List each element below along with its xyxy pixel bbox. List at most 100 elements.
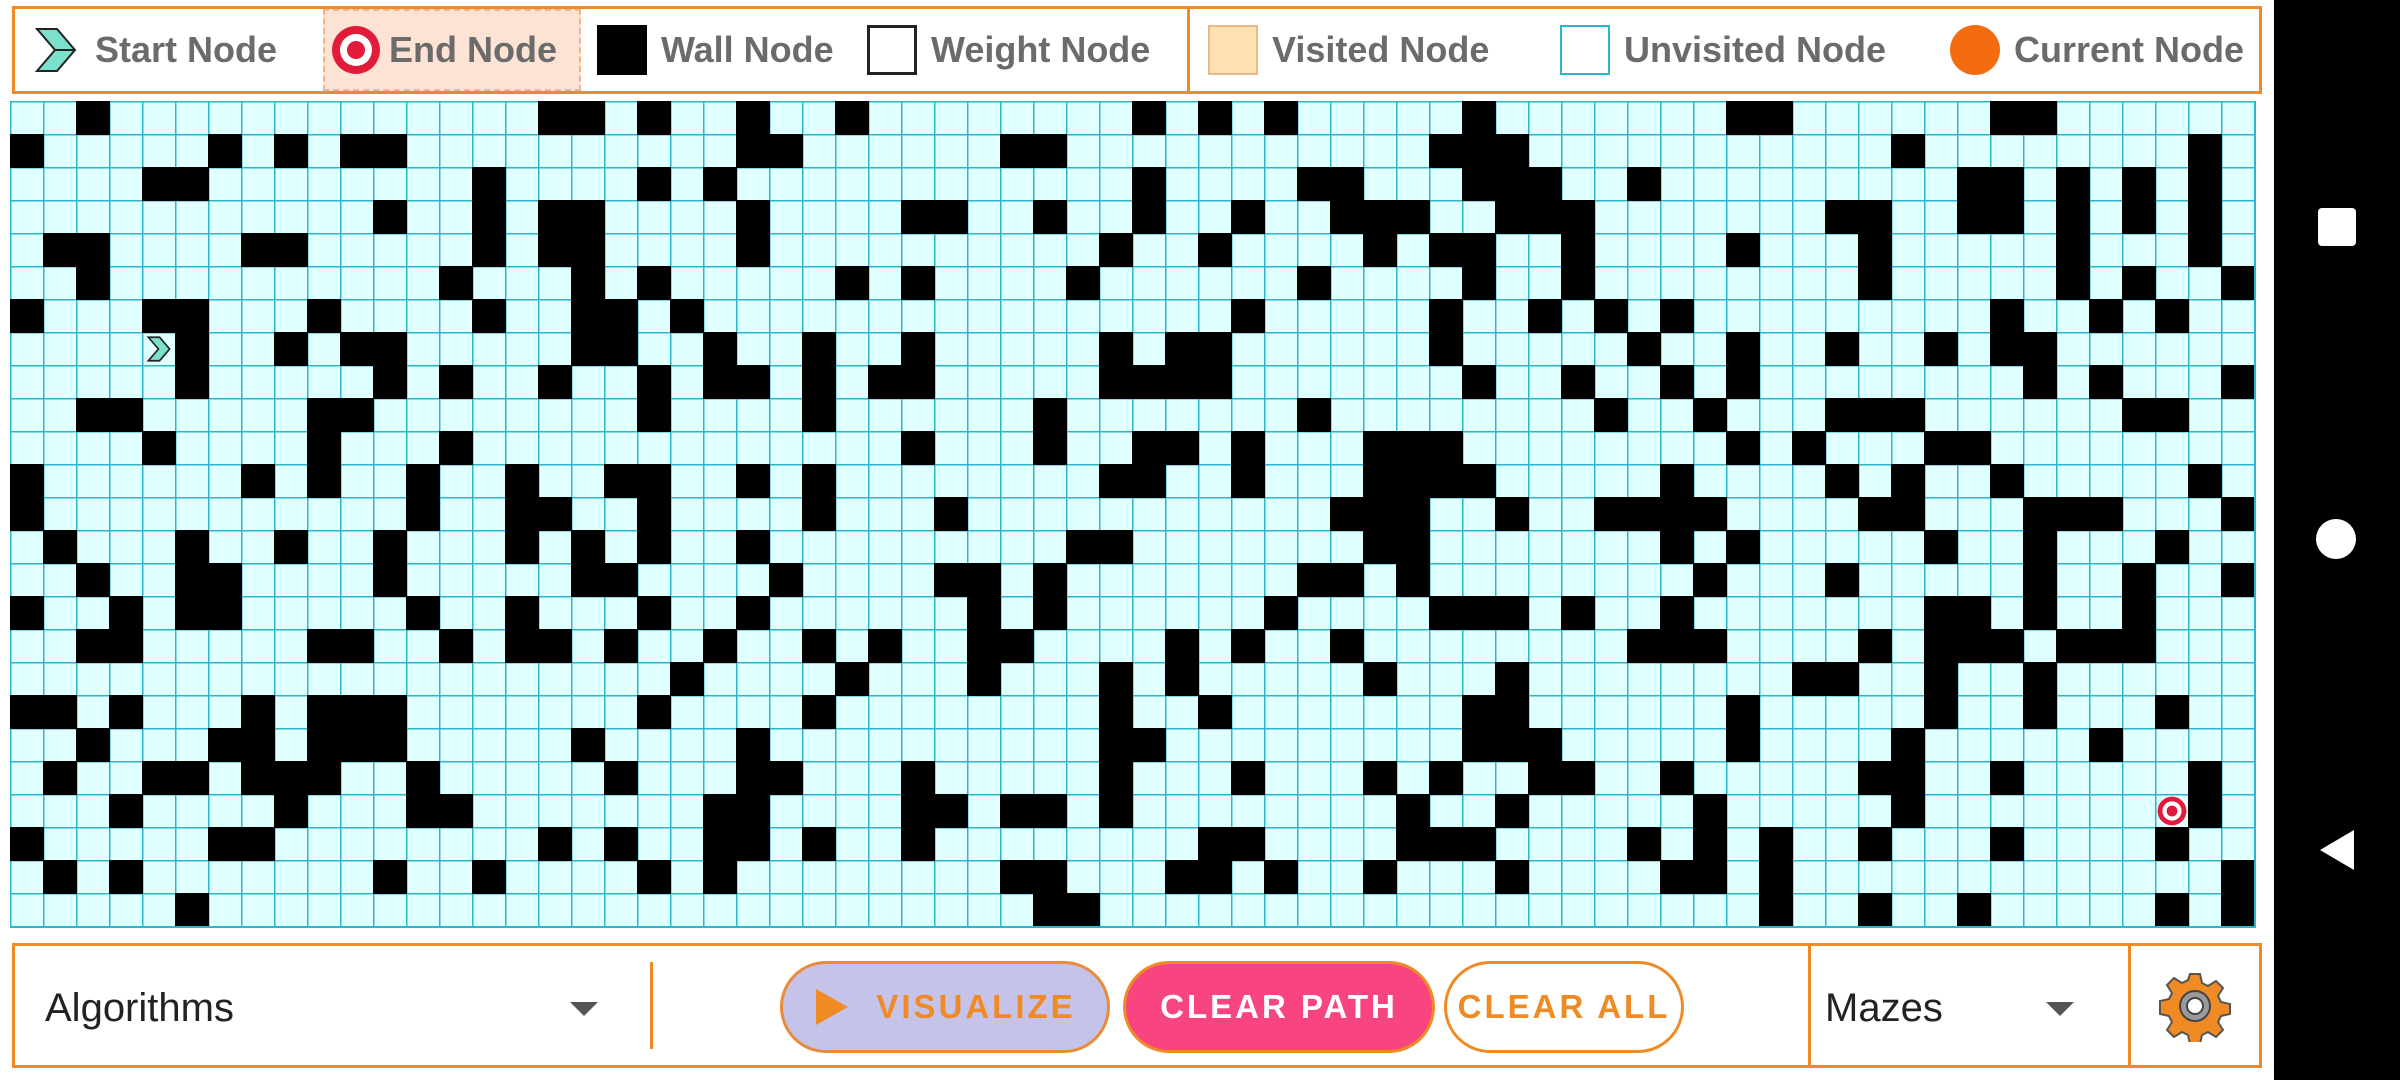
wall-cell[interactable] bbox=[1693, 827, 1727, 861]
wall-cell[interactable] bbox=[43, 860, 77, 894]
wall-cell[interactable] bbox=[1231, 629, 1265, 663]
wall-cell[interactable] bbox=[703, 860, 737, 894]
wall-cell[interactable] bbox=[1330, 563, 1364, 597]
wall-cell[interactable] bbox=[1198, 365, 1232, 399]
wall-cell[interactable] bbox=[2188, 134, 2222, 168]
wall-cell[interactable] bbox=[1033, 794, 1067, 828]
wall-cell[interactable] bbox=[1495, 134, 1529, 168]
wall-cell[interactable] bbox=[1594, 299, 1628, 333]
wall-cell[interactable] bbox=[505, 497, 539, 531]
wall-cell[interactable] bbox=[1000, 860, 1034, 894]
wall-cell[interactable] bbox=[2155, 530, 2189, 564]
wall-cell[interactable] bbox=[1330, 167, 1364, 201]
wall-cell[interactable] bbox=[373, 200, 407, 234]
wall-cell[interactable] bbox=[43, 530, 77, 564]
wall-cell[interactable] bbox=[1660, 596, 1694, 630]
settings-button[interactable] bbox=[2131, 946, 2259, 1065]
wall-cell[interactable] bbox=[1066, 893, 1100, 926]
wall-cell[interactable] bbox=[10, 299, 44, 333]
wall-cell[interactable] bbox=[1759, 893, 1793, 926]
wall-cell[interactable] bbox=[802, 464, 836, 498]
wall-cell[interactable] bbox=[1231, 200, 1265, 234]
wall-cell[interactable] bbox=[208, 563, 242, 597]
wall-cell[interactable] bbox=[1891, 761, 1925, 795]
mazes-dropdown[interactable]: Mazes bbox=[1811, 946, 2128, 1065]
wall-cell[interactable] bbox=[1858, 200, 1892, 234]
wall-cell[interactable] bbox=[2023, 497, 2057, 531]
wall-cell[interactable] bbox=[538, 827, 572, 861]
wall-cell[interactable] bbox=[439, 266, 473, 300]
wall-cell[interactable] bbox=[1165, 629, 1199, 663]
wall-cell[interactable] bbox=[472, 860, 506, 894]
wall-cell[interactable] bbox=[1330, 497, 1364, 531]
wall-cell[interactable] bbox=[2023, 101, 2057, 135]
wall-cell[interactable] bbox=[340, 629, 374, 663]
wall-cell[interactable] bbox=[901, 200, 935, 234]
wall-cell[interactable] bbox=[2089, 629, 2123, 663]
wall-cell[interactable] bbox=[2155, 398, 2189, 432]
wall-cell[interactable] bbox=[109, 596, 143, 630]
wall-cell[interactable] bbox=[637, 860, 671, 894]
wall-cell[interactable] bbox=[1231, 464, 1265, 498]
wall-cell[interactable] bbox=[1528, 200, 1562, 234]
wall-cell[interactable] bbox=[1660, 464, 1694, 498]
wall-cell[interactable] bbox=[1891, 398, 1925, 432]
wall-cell[interactable] bbox=[10, 464, 44, 498]
wall-cell[interactable] bbox=[274, 794, 308, 828]
wall-cell[interactable] bbox=[1396, 827, 1430, 861]
wall-cell[interactable] bbox=[637, 695, 671, 729]
wall-cell[interactable] bbox=[868, 365, 902, 399]
wall-cell[interactable] bbox=[802, 695, 836, 729]
wall-cell[interactable] bbox=[835, 662, 869, 696]
wall-cell[interactable] bbox=[604, 464, 638, 498]
wall-cell[interactable] bbox=[1561, 233, 1595, 267]
wall-cell[interactable] bbox=[1990, 200, 2024, 234]
wall-cell[interactable] bbox=[340, 332, 374, 366]
wall-cell[interactable] bbox=[934, 497, 968, 531]
wall-cell[interactable] bbox=[1792, 662, 1826, 696]
algorithms-dropdown[interactable]: Algorithms bbox=[15, 946, 650, 1065]
wall-cell[interactable] bbox=[1231, 761, 1265, 795]
wall-cell[interactable] bbox=[1660, 497, 1694, 531]
wall-cell[interactable] bbox=[1264, 101, 1298, 135]
wall-cell[interactable] bbox=[43, 233, 77, 267]
wall-cell[interactable] bbox=[901, 365, 935, 399]
wall-cell[interactable] bbox=[2122, 398, 2156, 432]
wall-cell[interactable] bbox=[1627, 332, 1661, 366]
wall-cell[interactable] bbox=[835, 101, 869, 135]
wall-cell[interactable] bbox=[1990, 101, 2024, 135]
wall-cell[interactable] bbox=[274, 332, 308, 366]
wall-cell[interactable] bbox=[1396, 431, 1430, 465]
wall-cell[interactable] bbox=[1099, 332, 1133, 366]
wall-cell[interactable] bbox=[1033, 860, 1067, 894]
wall-cell[interactable] bbox=[2188, 794, 2222, 828]
wall-cell[interactable] bbox=[1033, 200, 1067, 234]
wall-cell[interactable] bbox=[109, 398, 143, 432]
wall-cell[interactable] bbox=[1528, 167, 1562, 201]
wall-cell[interactable] bbox=[1033, 563, 1067, 597]
wall-cell[interactable] bbox=[1693, 629, 1727, 663]
wall-cell[interactable] bbox=[76, 266, 110, 300]
wall-cell[interactable] bbox=[1759, 101, 1793, 135]
wall-cell[interactable] bbox=[1363, 464, 1397, 498]
wall-cell[interactable] bbox=[1363, 233, 1397, 267]
wall-cell[interactable] bbox=[1429, 299, 1463, 333]
pathfinding-grid[interactable] bbox=[10, 101, 2256, 928]
wall-cell[interactable] bbox=[1726, 332, 1760, 366]
wall-cell[interactable] bbox=[2023, 332, 2057, 366]
wall-cell[interactable] bbox=[1825, 398, 1859, 432]
wall-cell[interactable] bbox=[373, 134, 407, 168]
wall-cell[interactable] bbox=[703, 794, 737, 828]
wall-cell[interactable] bbox=[637, 497, 671, 531]
wall-cell[interactable] bbox=[934, 563, 968, 597]
wall-cell[interactable] bbox=[76, 233, 110, 267]
wall-cell[interactable] bbox=[1858, 629, 1892, 663]
clear-all-button[interactable]: CLEAR ALL bbox=[1444, 961, 1684, 1053]
wall-cell[interactable] bbox=[703, 167, 737, 201]
wall-cell[interactable] bbox=[1231, 827, 1265, 861]
wall-cell[interactable] bbox=[1957, 200, 1991, 234]
wall-cell[interactable] bbox=[1924, 530, 1958, 564]
wall-cell[interactable] bbox=[1396, 200, 1430, 234]
wall-cell[interactable] bbox=[1198, 233, 1232, 267]
wall-cell[interactable] bbox=[505, 464, 539, 498]
